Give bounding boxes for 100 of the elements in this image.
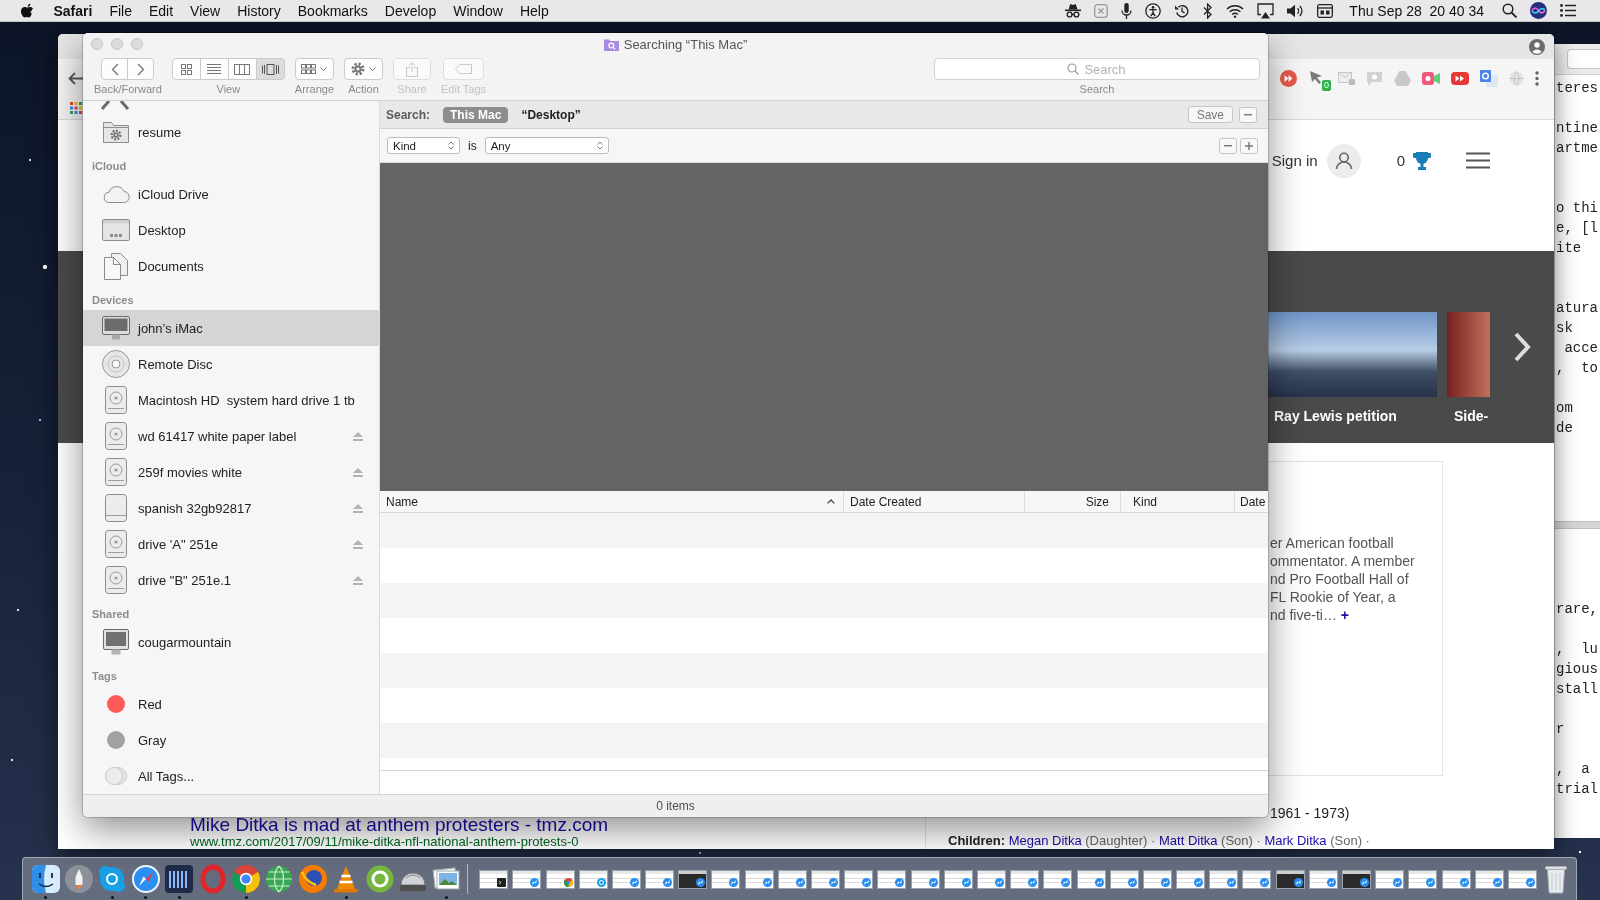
- bluetooth-icon[interactable]: [1203, 2, 1214, 19]
- search-result-link[interactable]: Mike Ditka is mad at anthem protesters - tmz.com: [190, 815, 609, 835]
- sidebar-item[interactable]: drive 'A" 251e: [83, 526, 379, 562]
- sidebar-item[interactable]: Remote Disc: [83, 346, 379, 382]
- bubble-icon[interactable]: [97, 864, 128, 894]
- add-rule-button[interactable]: [1240, 137, 1258, 154]
- sidebar-item[interactable]: cougarmountain: [83, 624, 379, 660]
- back-arrow-icon[interactable]: [68, 71, 83, 85]
- sidebar-item[interactable]: Macintosh HD system hard drive 1 tb: [83, 382, 379, 418]
- menu-item[interactable]: Bookmarks: [289, 0, 377, 22]
- action-button[interactable]: [344, 58, 383, 80]
- menu-item[interactable]: Edit: [140, 0, 182, 22]
- column-header[interactable]: Date: [1234, 491, 1268, 512]
- person-link[interactable]: Mark Ditka: [1264, 833, 1327, 848]
- input-field[interactable]: [1567, 49, 1600, 69]
- video-camera-icon[interactable]: [1422, 70, 1440, 86]
- list-view-button[interactable]: [199, 58, 229, 80]
- sidebar-item[interactable]: resume: [83, 114, 379, 150]
- column-header[interactable]: Date Created: [843, 491, 1024, 512]
- sidebar-item[interactable]: Desktop: [83, 212, 379, 248]
- menu-item[interactable]: Develop: [376, 0, 445, 22]
- minimized-window[interactable]: [1342, 870, 1372, 889]
- sidebar-item[interactable]: drive "B" 251e.1: [83, 562, 379, 598]
- fast-forward-icon[interactable]: [1280, 69, 1297, 87]
- column-view-button[interactable]: [227, 58, 257, 80]
- calendar-icon[interactable]: [1317, 3, 1334, 18]
- column-header[interactable]: Kind: [1120, 491, 1234, 512]
- segmented-circle-icon[interactable]: [231, 864, 262, 894]
- compass-badge-icon: [1127, 878, 1137, 887]
- sidebar-item[interactable]: 259f movies white: [83, 454, 379, 490]
- search-field[interactable]: Search: [934, 58, 1260, 80]
- compass-badge-icon: [729, 878, 739, 887]
- clock-arrow-icon[interactable]: [1174, 2, 1191, 19]
- remove-rule-button[interactable]: [1219, 137, 1237, 154]
- menu-item[interactable]: Window: [444, 0, 512, 22]
- menu-icon[interactable]: [1466, 152, 1490, 169]
- sidebar-item[interactable]: Red: [83, 686, 379, 722]
- scope-button[interactable]: “Desktop”: [514, 106, 588, 123]
- sidebar-item[interactable]: All Tags...: [83, 758, 379, 794]
- menu-item[interactable]: History: [228, 0, 290, 22]
- sidebar-item[interactable]: Documents: [83, 248, 379, 284]
- column-header[interactable]: Name: [380, 491, 843, 512]
- gallery-view-button[interactable]: [255, 58, 285, 80]
- minimized-window[interactable]: [678, 870, 708, 889]
- list-icon[interactable]: [1560, 4, 1576, 17]
- column-header[interactable]: Size: [1024, 491, 1120, 512]
- apps-grid-icon[interactable]: [70, 102, 82, 114]
- menu-item[interactable]: Help: [511, 0, 558, 22]
- globe-icon[interactable]: [264, 864, 295, 894]
- sidebar-item[interactable]: spanish 32gb92817: [83, 490, 379, 526]
- chevron-right-icon[interactable]: [1513, 331, 1531, 363]
- user-avatar-icon[interactable]: [1326, 143, 1361, 178]
- trophy-icon[interactable]: [1413, 151, 1431, 170]
- menu-bar-clock[interactable]: Thu Sep 28 20 40 34: [1349, 2, 1484, 19]
- play-forward-icon[interactable]: [1451, 71, 1469, 85]
- person-link[interactable]: Megan Ditka: [1008, 833, 1082, 848]
- save-button[interactable]: Save: [1187, 106, 1233, 123]
- more-link[interactable]: +: [1340, 607, 1349, 623]
- drafting-compass-icon[interactable]: [100, 101, 130, 110]
- bar-graph-icon[interactable]: [164, 864, 195, 894]
- sidebar-item[interactable]: wd 61417 white paper label: [83, 418, 379, 454]
- menu-item[interactable]: File: [100, 0, 141, 22]
- sidebar-item[interactable]: Gray: [83, 722, 379, 758]
- compass-badge-icon: [895, 878, 905, 887]
- speaker-icon[interactable]: [1287, 3, 1305, 18]
- sign-in-link[interactable]: Sign in: [1271, 152, 1318, 169]
- remove-button[interactable]: [1239, 106, 1257, 123]
- arrange-button[interactable]: [294, 58, 334, 80]
- compass-badge-icon: [530, 878, 540, 887]
- accessibility-icon[interactable]: [1145, 2, 1162, 19]
- minimized-window[interactable]: [479, 870, 509, 889]
- photo-placeholder[interactable]: [1267, 312, 1437, 397]
- icon-view-button[interactable]: [171, 58, 201, 80]
- overlapping-squares-icon[interactable]: [1480, 69, 1498, 87]
- attribute-popup[interactable]: Kind: [387, 137, 460, 154]
- screen-mirroring-icon[interactable]: [1257, 2, 1275, 19]
- more-icon[interactable]: [1535, 70, 1539, 86]
- person-link[interactable]: Matt Ditka: [1159, 833, 1218, 848]
- segmented-circle-badge-icon: [563, 878, 573, 887]
- carousel-caption[interactable]: Side-: [1447, 407, 1490, 425]
- profile-icon[interactable]: [1529, 38, 1545, 55]
- apple-icon[interactable]: [20, 2, 34, 19]
- list-icon: [207, 64, 222, 74]
- value-popup[interactable]: Any: [484, 137, 609, 154]
- app-menu[interactable]: Safari: [45, 0, 101, 22]
- circle-logo-icon[interactable]: [364, 864, 395, 894]
- sidebar-item[interactable]: iCloud Drive: [83, 176, 379, 212]
- rocket-icon[interactable]: [64, 864, 95, 894]
- smiling-face-icon[interactable]: [30, 864, 61, 894]
- carousel-caption[interactable]: Ray Lewis petition: [1267, 407, 1437, 425]
- wifi-icon[interactable]: [1226, 3, 1245, 18]
- search-icon[interactable]: [1502, 3, 1517, 18]
- sidebar-item[interactable]: john’s iMac: [83, 310, 379, 346]
- compass-icon[interactable]: [130, 864, 161, 894]
- microphone-icon[interactable]: [1121, 2, 1133, 19]
- menu-item[interactable]: View: [181, 0, 229, 22]
- wave-orb-icon[interactable]: [1530, 2, 1547, 19]
- minimized-window[interactable]: [1275, 870, 1305, 889]
- swirl-circle-icon[interactable]: [297, 864, 328, 894]
- incognito-icon[interactable]: [1065, 3, 1082, 18]
